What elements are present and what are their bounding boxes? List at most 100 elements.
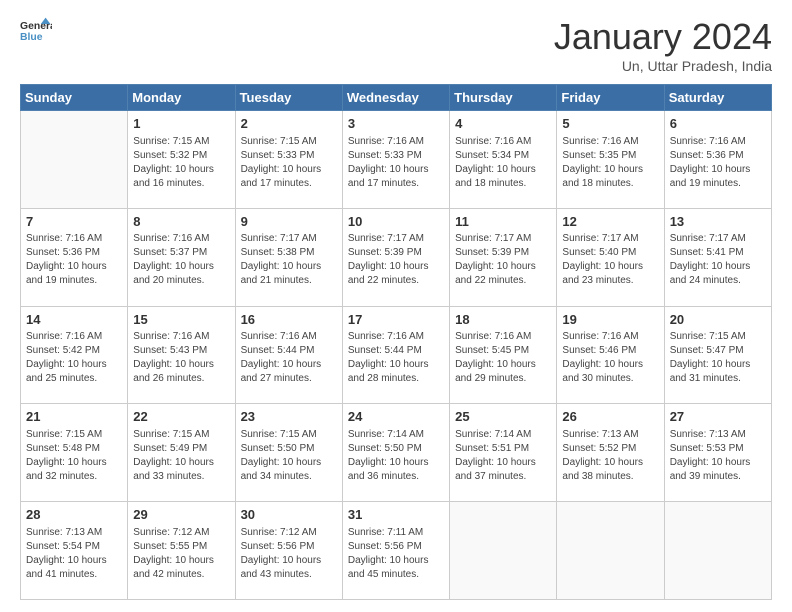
- day-number: 18: [455, 311, 551, 329]
- table-row: 30 Sunrise: 7:12 AM Sunset: 5:56 PM Dayli…: [235, 502, 342, 600]
- day-info: Sunrise: 7:16 AM Sunset: 5:33 PM Dayligh…: [348, 135, 444, 191]
- day-info: Sunrise: 7:12 AM Sunset: 5:55 PM Dayligh…: [133, 526, 229, 582]
- table-row: 12Sunrise: 7:17 AM Sunset: 5:40 PM Dayli…: [557, 208, 664, 306]
- calendar-week-2: 14Sunrise: 7:16 AM Sunset: 5:42 PM Dayli…: [21, 306, 772, 404]
- day-info: Sunrise: 7:15 AM Sunset: 5:50 PM Dayligh…: [241, 428, 337, 484]
- day-number: 13: [670, 213, 766, 231]
- day-info: Sunrise: 7:15 AM Sunset: 5:32 PM Dayligh…: [133, 135, 229, 191]
- day-info: Sunrise: 7:11 AM Sunset: 5:56 PM Dayligh…: [348, 526, 444, 582]
- day-info: Sunrise: 7:16 AM Sunset: 5:36 PM Dayligh…: [670, 135, 766, 191]
- day-info: Sunrise: 7:15 AM Sunset: 5:49 PM Dayligh…: [133, 428, 229, 484]
- day-info: Sunrise: 7:13 AM Sunset: 5:53 PM Dayligh…: [670, 428, 766, 484]
- day-info: Sunrise: 7:17 AM Sunset: 5:41 PM Dayligh…: [670, 232, 766, 288]
- day-number: 19: [562, 311, 658, 329]
- day-number: 23: [241, 408, 337, 426]
- day-number: 6: [670, 115, 766, 133]
- calendar-week-3: 21 Sunrise: 7:15 AM Sunset: 5:48 PM Dayli…: [21, 404, 772, 502]
- day-number: 8: [133, 213, 229, 231]
- day-number: 27: [670, 408, 766, 426]
- day-number: 28: [26, 506, 122, 524]
- table-row: 17Sunrise: 7:16 AM Sunset: 5:44 PM Dayli…: [342, 306, 449, 404]
- table-row: [21, 111, 128, 209]
- col-sunday: Sunday: [21, 85, 128, 111]
- table-row: 24 Sunrise: 7:14 AM Sunset: 5:50 PM Dayli…: [342, 404, 449, 502]
- day-number: 3: [348, 115, 444, 133]
- day-info: Sunrise: 7:15 AM Sunset: 5:33 PM Dayligh…: [241, 135, 337, 191]
- logo: General Blue: [20, 16, 52, 44]
- table-row: 19Sunrise: 7:16 AM Sunset: 5:46 PM Dayli…: [557, 306, 664, 404]
- table-row: 3 Sunrise: 7:16 AM Sunset: 5:33 PM Daylig…: [342, 111, 449, 209]
- table-row: 21 Sunrise: 7:15 AM Sunset: 5:48 PM Dayli…: [21, 404, 128, 502]
- day-info: Sunrise: 7:16 AM Sunset: 5:46 PM Dayligh…: [562, 330, 658, 386]
- col-saturday: Saturday: [664, 85, 771, 111]
- table-row: 20Sunrise: 7:15 AM Sunset: 5:47 PM Dayli…: [664, 306, 771, 404]
- day-info: Sunrise: 7:16 AM Sunset: 5:42 PM Dayligh…: [26, 330, 122, 386]
- day-number: 14: [26, 311, 122, 329]
- calendar-header-row: Sunday Monday Tuesday Wednesday Thursday…: [21, 85, 772, 111]
- table-row: 16Sunrise: 7:16 AM Sunset: 5:44 PM Dayli…: [235, 306, 342, 404]
- day-info: Sunrise: 7:16 AM Sunset: 5:35 PM Dayligh…: [562, 135, 658, 191]
- day-number: 26: [562, 408, 658, 426]
- col-tuesday: Tuesday: [235, 85, 342, 111]
- table-row: 28 Sunrise: 7:13 AM Sunset: 5:54 PM Dayli…: [21, 502, 128, 600]
- col-wednesday: Wednesday: [342, 85, 449, 111]
- day-number: 24: [348, 408, 444, 426]
- day-info: Sunrise: 7:12 AM Sunset: 5:56 PM Dayligh…: [241, 526, 337, 582]
- day-info: Sunrise: 7:16 AM Sunset: 5:34 PM Dayligh…: [455, 135, 551, 191]
- day-number: 31: [348, 506, 444, 524]
- table-row: 15Sunrise: 7:16 AM Sunset: 5:43 PM Dayli…: [128, 306, 235, 404]
- calendar-week-4: 28 Sunrise: 7:13 AM Sunset: 5:54 PM Dayli…: [21, 502, 772, 600]
- table-row: 13Sunrise: 7:17 AM Sunset: 5:41 PM Dayli…: [664, 208, 771, 306]
- day-number: 30: [241, 506, 337, 524]
- table-row: 8Sunrise: 7:16 AM Sunset: 5:37 PM Daylig…: [128, 208, 235, 306]
- day-number: 9: [241, 213, 337, 231]
- table-row: 18Sunrise: 7:16 AM Sunset: 5:45 PM Dayli…: [450, 306, 557, 404]
- day-number: 12: [562, 213, 658, 231]
- day-number: 20: [670, 311, 766, 329]
- day-info: Sunrise: 7:16 AM Sunset: 5:37 PM Dayligh…: [133, 232, 229, 288]
- day-info: Sunrise: 7:14 AM Sunset: 5:50 PM Dayligh…: [348, 428, 444, 484]
- calendar-title: January 2024: [554, 16, 772, 58]
- calendar-week-1: 7Sunrise: 7:16 AM Sunset: 5:36 PM Daylig…: [21, 208, 772, 306]
- day-number: 17: [348, 311, 444, 329]
- day-number: 15: [133, 311, 229, 329]
- calendar-table: Sunday Monday Tuesday Wednesday Thursday…: [20, 84, 772, 600]
- day-info: Sunrise: 7:16 AM Sunset: 5:36 PM Dayligh…: [26, 232, 122, 288]
- svg-text:Blue: Blue: [20, 32, 43, 43]
- day-info: Sunrise: 7:17 AM Sunset: 5:40 PM Dayligh…: [562, 232, 658, 288]
- table-row: 11Sunrise: 7:17 AM Sunset: 5:39 PM Dayli…: [450, 208, 557, 306]
- table-row: 14Sunrise: 7:16 AM Sunset: 5:42 PM Dayli…: [21, 306, 128, 404]
- day-number: 11: [455, 213, 551, 231]
- col-thursday: Thursday: [450, 85, 557, 111]
- day-number: 4: [455, 115, 551, 133]
- day-info: Sunrise: 7:16 AM Sunset: 5:44 PM Dayligh…: [348, 330, 444, 386]
- table-row: [557, 502, 664, 600]
- day-info: Sunrise: 7:17 AM Sunset: 5:38 PM Dayligh…: [241, 232, 337, 288]
- day-number: 1: [133, 115, 229, 133]
- table-row: 23 Sunrise: 7:15 AM Sunset: 5:50 PM Dayli…: [235, 404, 342, 502]
- page: General Blue January 2024 Un, Uttar Prad…: [0, 0, 792, 612]
- table-row: 7Sunrise: 7:16 AM Sunset: 5:36 PM Daylig…: [21, 208, 128, 306]
- table-row: [450, 502, 557, 600]
- calendar-week-0: 1 Sunrise: 7:15 AM Sunset: 5:32 PM Daylig…: [21, 111, 772, 209]
- day-info: Sunrise: 7:15 AM Sunset: 5:48 PM Dayligh…: [26, 428, 122, 484]
- day-number: 2: [241, 115, 337, 133]
- table-row: 22 Sunrise: 7:15 AM Sunset: 5:49 PM Dayli…: [128, 404, 235, 502]
- day-number: 21: [26, 408, 122, 426]
- day-info: Sunrise: 7:13 AM Sunset: 5:54 PM Dayligh…: [26, 526, 122, 582]
- table-row: 10Sunrise: 7:17 AM Sunset: 5:39 PM Dayli…: [342, 208, 449, 306]
- day-info: Sunrise: 7:13 AM Sunset: 5:52 PM Dayligh…: [562, 428, 658, 484]
- day-number: 22: [133, 408, 229, 426]
- table-row: 25Sunrise: 7:14 AM Sunset: 5:51 PM Dayli…: [450, 404, 557, 502]
- day-info: Sunrise: 7:17 AM Sunset: 5:39 PM Dayligh…: [348, 232, 444, 288]
- table-row: 5Sunrise: 7:16 AM Sunset: 5:35 PM Daylig…: [557, 111, 664, 209]
- day-number: 10: [348, 213, 444, 231]
- table-row: 27 Sunrise: 7:13 AM Sunset: 5:53 PM Dayli…: [664, 404, 771, 502]
- day-info: Sunrise: 7:17 AM Sunset: 5:39 PM Dayligh…: [455, 232, 551, 288]
- table-row: 2 Sunrise: 7:15 AM Sunset: 5:33 PM Daylig…: [235, 111, 342, 209]
- table-row: 1 Sunrise: 7:15 AM Sunset: 5:32 PM Daylig…: [128, 111, 235, 209]
- table-row: 31 Sunrise: 7:11 AM Sunset: 5:56 PM Dayli…: [342, 502, 449, 600]
- table-row: [664, 502, 771, 600]
- day-info: Sunrise: 7:15 AM Sunset: 5:47 PM Dayligh…: [670, 330, 766, 386]
- day-number: 16: [241, 311, 337, 329]
